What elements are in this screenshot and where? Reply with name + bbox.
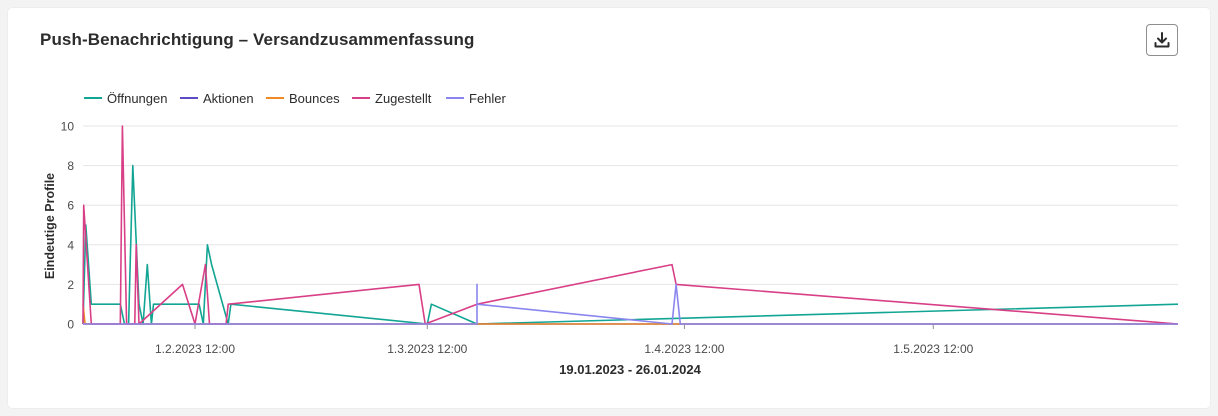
y-tick-label: 10 [61,120,75,134]
line-chart: Öffnungen Aktionen Bounces Zugestellt Fehler… [43,91,1179,377]
legend-item[interactable]: Öffnungen [84,91,167,106]
y-tick-label: 8 [67,159,74,173]
y-tick-label: 2 [67,278,74,292]
chart-grid [83,125,1178,325]
y-tick-label: 0 [67,318,74,332]
legend-item[interactable]: Bounces [266,91,340,106]
series-line-fehler[interactable] [83,283,1178,325]
legend-item[interactable]: Aktionen [180,91,254,106]
legend-label: Fehler [469,91,507,106]
x-tick-label: 1.4.2023 12:00 [644,342,724,356]
y-tick-label: 4 [67,238,74,252]
chart-legend: Öffnungen Aktionen Bounces Zugestellt Fehler [84,91,507,106]
series-line-bounces[interactable] [82,304,1178,325]
legend-item[interactable]: Zugestellt [352,91,432,106]
x-tick-label: 1.5.2023 12:00 [893,342,973,356]
y-tick-label: 6 [67,199,74,213]
legend-label: Aktionen [203,91,254,106]
series-line-zugestellt[interactable] [82,125,1179,325]
x-tick-label: 1.2.2023 12:00 [155,342,235,356]
legend-label: Zugestellt [375,91,432,106]
chart-series [82,125,1179,325]
y-axis-label: Eindeutige Profile [43,173,57,279]
x-axis-label: 19.01.2023 - 26.01.2024 [559,362,701,377]
x-tick-label: 1.3.2023 12:00 [387,342,467,356]
legend-label: Öffnungen [107,91,167,106]
y-axis: 0 2 4 6 8 10 [61,120,75,332]
legend-item[interactable]: Fehler [446,91,507,106]
legend-label: Bounces [289,91,340,106]
x-axis: 1.2.2023 12:00 1.3.2023 12:00 1.4.2023 12:… [155,324,974,356]
